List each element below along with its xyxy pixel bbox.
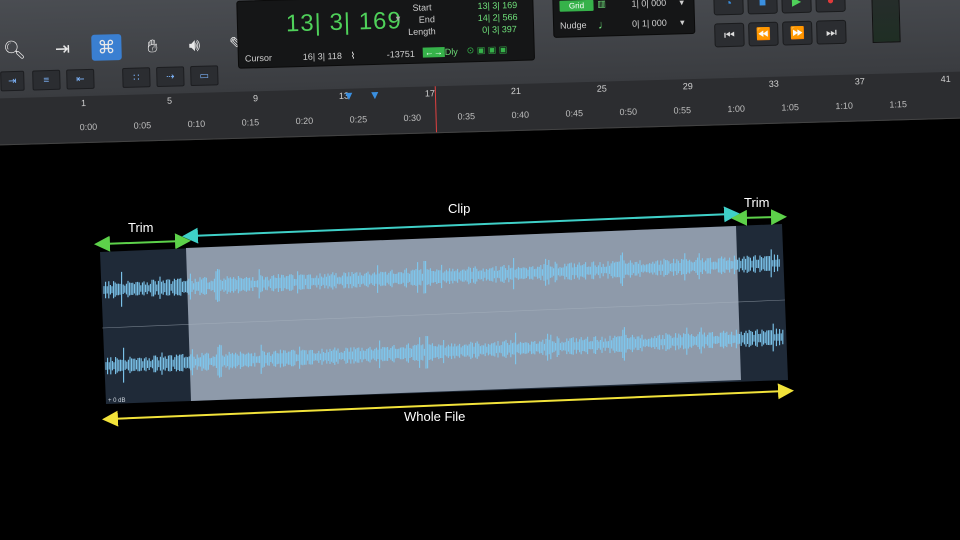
clip-gain-label[interactable]: + 0 dB [108,398,126,404]
clip-label: Clip [448,201,470,216]
clip-region[interactable] [186,226,741,401]
whole-file-label: Whole File [404,409,465,424]
trim-right-label: Trim [744,195,770,210]
trim-left-arrow [94,233,191,252]
trim-right-arrow [731,209,787,226]
clip-diagram: + 0 dB Trim Clip Trim Whole File [94,195,794,427]
stage: 🔍︎ ⇥ ⌘ ✋︎ 🔊︎ ✎ ⇥ ≡ ⇤ ∷ ⇢ ▭ 13| 3| 169 ▾ … [0,0,960,540]
trim-left-label: Trim [128,220,154,235]
